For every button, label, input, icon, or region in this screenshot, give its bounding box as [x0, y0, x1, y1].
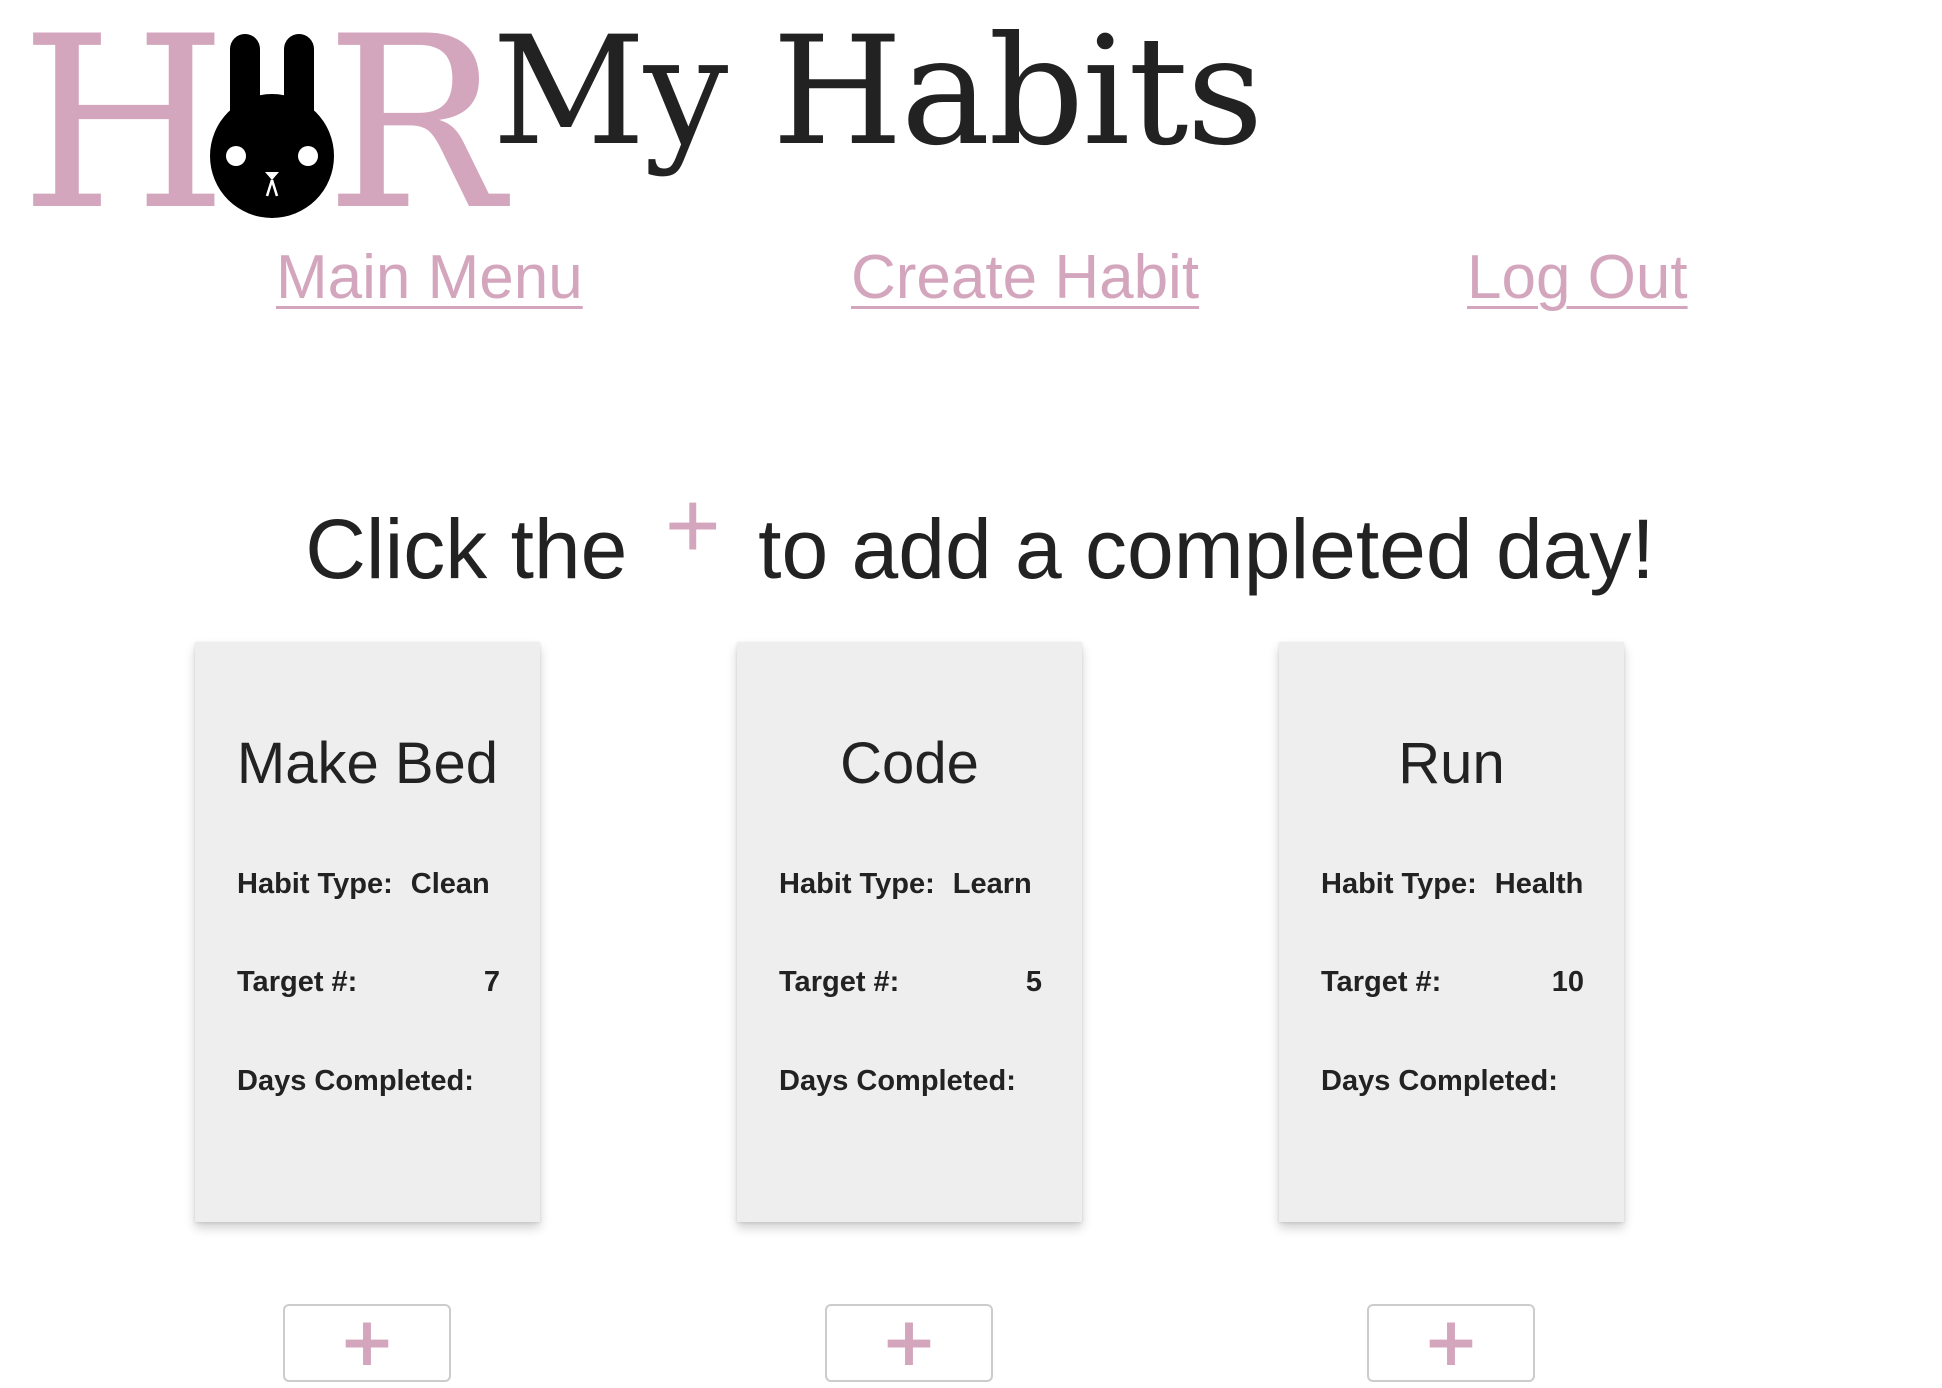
habit-type-label: Habit Type: — [1321, 868, 1477, 900]
add-day-button[interactable]: + — [283, 1304, 451, 1382]
nav-log-out-link[interactable]: Log Out — [1467, 243, 1688, 312]
habit-card: Code Habit Type: Learn Target #: 5 Days … — [737, 642, 1082, 1222]
page-title: My Habits — [492, 5, 1263, 179]
habit-name: Code — [840, 731, 979, 796]
page: H R My Habits Main Menu Create Habit Log… — [0, 0, 1942, 1388]
target-row: Target #: 7 — [237, 966, 500, 999]
habit-name: Make Bed — [236, 731, 499, 796]
plus-icon: + — [664, 472, 721, 579]
days-completed-label: Days Completed: — [779, 1065, 1016, 1097]
habit-type-row: Habit Type: Learn — [779, 868, 1042, 901]
habit-name: Run — [1398, 731, 1505, 796]
habit-type-row: Habit Type: Health — [1321, 868, 1584, 901]
habit-type-row: Habit Type: Clean — [237, 868, 500, 901]
habit-type-value: Health — [1494, 868, 1584, 900]
habit-card: Run Habit Type: Health Target #: 10 Days… — [1279, 642, 1624, 1222]
nav-main-menu-link[interactable]: Main Menu — [276, 243, 583, 312]
days-completed-label: Days Completed: — [1321, 1065, 1558, 1097]
logo-letter-r: R — [325, 0, 505, 263]
logo-letter-h: H — [20, 0, 228, 263]
add-day-button[interactable]: + — [825, 1304, 993, 1382]
days-completed-row: Days Completed: — [779, 1065, 1042, 1098]
target-value: 7 — [483, 966, 500, 998]
habit-type-label: Habit Type: — [237, 868, 393, 900]
days-completed-row: Days Completed: — [237, 1065, 500, 1098]
habit-type-value: Learn — [952, 868, 1032, 900]
instruction-before: Click the — [305, 502, 628, 596]
nav-create-habit-link[interactable]: Create Habit — [851, 243, 1199, 312]
add-day-button[interactable]: + — [1367, 1304, 1535, 1382]
logo[interactable]: H R — [20, 6, 504, 244]
days-completed-label: Days Completed: — [237, 1065, 474, 1097]
target-label: Target #: — [237, 966, 358, 998]
instruction-after: to add a completed day! — [758, 502, 1655, 596]
habit-type-value: Clean — [410, 868, 490, 900]
target-value: 10 — [1551, 966, 1584, 998]
target-row: Target #: 10 — [1321, 966, 1584, 999]
target-row: Target #: 5 — [779, 966, 1042, 999]
instruction-text: Click the + to add a completed day! — [0, 472, 1942, 603]
habit-card: Make Bed Habit Type: Clean Target #: 7 D… — [195, 642, 540, 1222]
bunny-icon — [210, 34, 334, 218]
target-label: Target #: — [779, 966, 900, 998]
days-completed-row: Days Completed: — [1321, 1065, 1584, 1098]
habit-type-label: Habit Type: — [779, 868, 935, 900]
target-label: Target #: — [1321, 966, 1442, 998]
target-value: 5 — [1025, 966, 1042, 998]
